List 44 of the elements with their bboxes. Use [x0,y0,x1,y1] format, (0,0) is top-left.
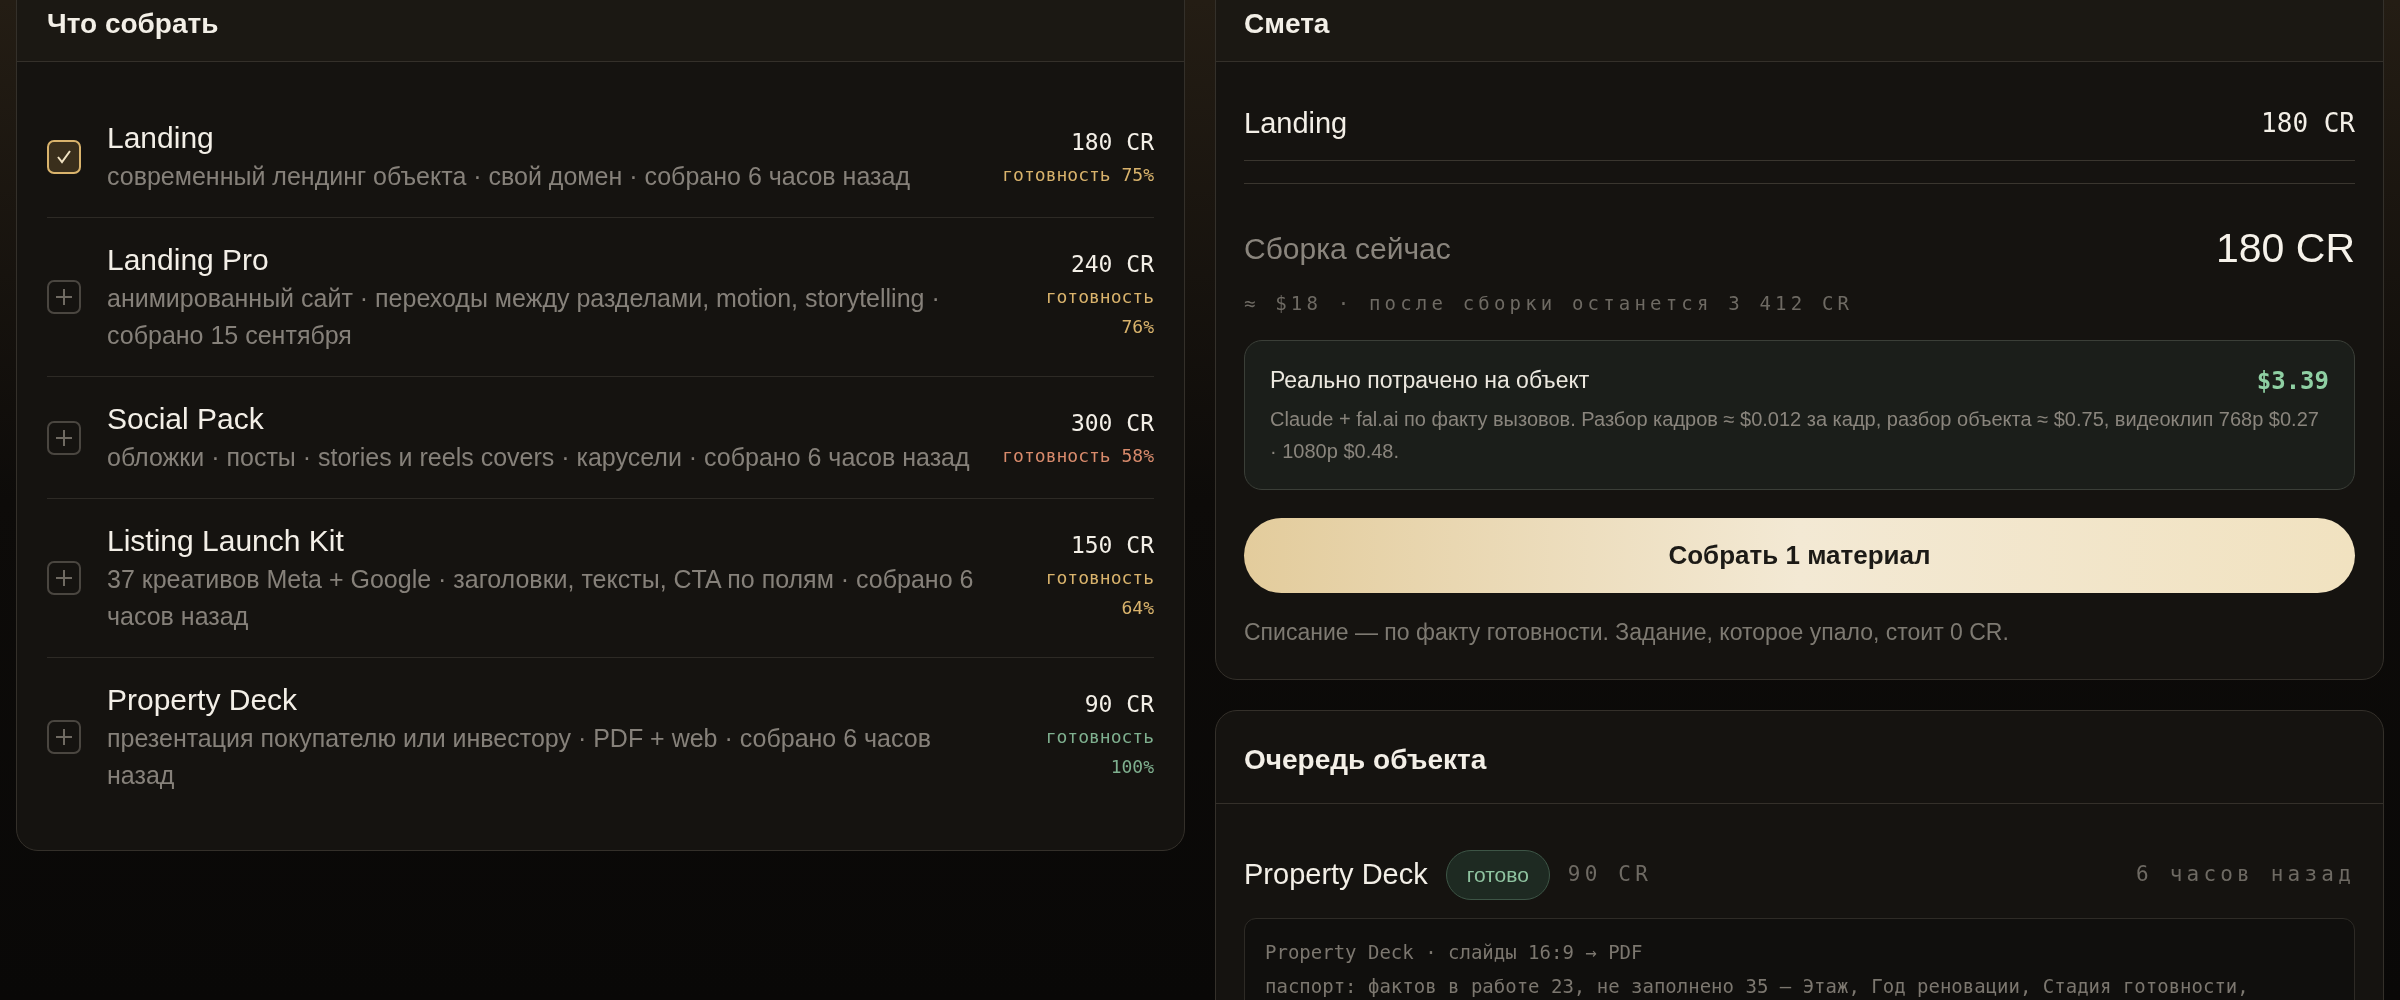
job-title: Property Deck [1244,857,1428,892]
estimate-subline: ≈ $18 · после сборки останется 3 412 CR [1244,291,1855,316]
item-description: 37 креативов Meta + Google · заголовки, тексты, CTA по полям · собрано 6 часов назад [107,564,975,632]
item-description: анимированный сайт · переходы между разделами, motion, storytelling · собрано 15 сентября [107,283,941,351]
readiness-label: готовность 58% [1002,444,1154,468]
item-title: Social Pack [107,401,265,437]
item-price: 90 CR [1083,690,1154,719]
item-title: Listing Launch Kit [107,523,345,559]
job-price: 90 CR [1567,861,1653,888]
log-line: паспорт: фактов в работе 23, не заполнено 35 — Этаж, Год реновации, Стадия готовности, [1265,973,2250,999]
log-line: Property Deck · слайды 16:9 → PDF [1265,939,1644,965]
total-label: Сборка сейчас [1244,230,1451,267]
item-description: современный лендинг объекта · свой домен · собрано 6 часов назад [107,161,911,192]
item-description: презентация покупателю или инвестору · PDF + web · собрано 6 часов назад [107,723,932,791]
panel-title: Что собрать [47,7,220,41]
line-item-name: Landing [1244,106,1348,141]
add-toggle[interactable] [47,720,81,754]
add-toggle[interactable] [47,280,81,314]
item-description: обложки · посты · stories и reels covers · карусели · собрано 6 часов назад [107,442,971,473]
build-button[interactable]: Собрать 1 материал [1244,517,2355,593]
item-price: 240 CR [1069,250,1154,279]
line-item-price: 180 CR [2261,107,2355,141]
add-toggle[interactable] [47,561,81,595]
spent-amount: $3.39 [2256,365,2329,397]
panel-title: Очередь объекта [1244,743,1488,777]
footnote: Списание — по факту готовности. Задание, которое упало, стоит 0 CR. [1244,617,2010,647]
readiness-label: готовность 64% [1044,566,1154,620]
status-badge: готово [1445,850,1550,900]
item-title: Landing [107,120,215,156]
item-title: Property Deck [107,682,299,718]
readiness-label: готовность 76% [1044,285,1154,339]
readiness-label: готовность 100% [1044,725,1154,779]
readiness-label: готовность 75% [1002,163,1154,187]
spent-note: Claude + fal.ai по факту вызовов. Разбор кадров ≈ $0.012 за кадр, разбор объекта ≈ $0.75, видеоклип 768p $0.27 · 1080p $0.48. [1270,406,2320,464]
item-title: Landing Pro [107,242,270,278]
item-price: 300 CR [1069,409,1154,438]
total-amount: 180 CR [2216,223,2355,273]
item-price: 150 CR [1069,531,1154,560]
add-toggle[interactable] [47,420,81,455]
panel-title: Смета [1244,7,1331,41]
spent-title: Реально потрачено на объект [1270,366,1590,396]
job-time: 6 часов назад [2136,861,2355,888]
item-price: 180 CR [1069,128,1154,157]
selected-toggle[interactable] [47,139,81,174]
